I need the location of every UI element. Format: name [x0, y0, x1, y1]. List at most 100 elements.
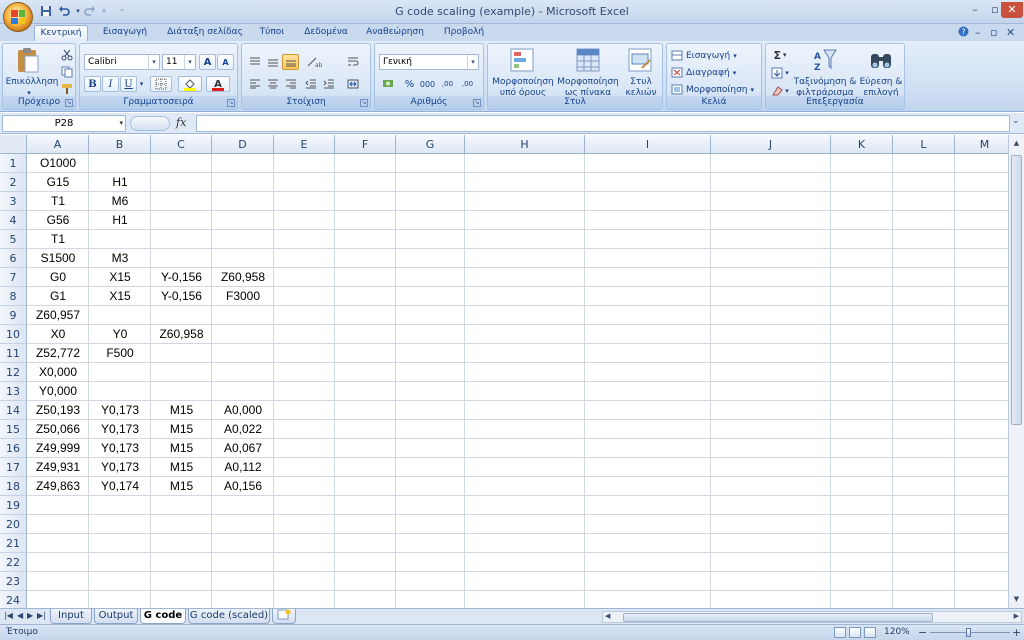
alignment-launcher-icon[interactable]: ↘ [360, 99, 368, 107]
cell-a18[interactable]: Z49,863 [27, 477, 89, 496]
column-header-e[interactable]: E [274, 135, 335, 154]
doc-close-icon[interactable]: ✕ [1006, 26, 1015, 39]
underline-dropdown-icon[interactable]: ▾ [137, 76, 146, 92]
zoom-out-icon[interactable]: − [918, 626, 927, 639]
column-header-h[interactable]: H [465, 135, 585, 154]
clipboard-launcher-icon[interactable]: ↘ [65, 99, 73, 107]
row-header-21[interactable]: 21 [0, 534, 27, 553]
expand-formula-bar-icon[interactable]: ⌄ [1012, 116, 1020, 126]
sheet-tab-input[interactable]: Input [50, 609, 92, 624]
tab-data[interactable]: Δεδομένα [298, 25, 354, 41]
cell-b4[interactable]: H1 [89, 211, 151, 230]
font-launcher-icon[interactable]: ↘ [227, 99, 235, 107]
tab-formulas[interactable]: Τύποι [252, 25, 292, 41]
column-header-l[interactable]: L [893, 135, 955, 154]
font-name-combo[interactable]: Calibri ▾ [84, 54, 160, 70]
cell-a9[interactable]: Z60,957 [27, 306, 89, 325]
cell-b16[interactable]: Y0,173 [89, 439, 151, 458]
scroll-right-icon[interactable]: ▶ [1014, 612, 1019, 620]
tab-view[interactable]: Προβολή [436, 25, 492, 41]
cell-a3[interactable]: T1 [27, 192, 89, 211]
font-color-icon[interactable]: A [206, 76, 230, 92]
row-header-6[interactable]: 6 [0, 249, 27, 268]
column-header-m[interactable]: M [955, 135, 1008, 154]
cell-a1[interactable]: O1000 [27, 154, 89, 173]
cell-a4[interactable]: G56 [27, 211, 89, 230]
cell-c8[interactable]: Y-0,156 [151, 287, 212, 306]
increase-indent-icon[interactable] [320, 76, 337, 92]
number-format-combo[interactable]: Γενική ▾ [379, 54, 479, 70]
cell-b7[interactable]: X15 [89, 268, 151, 287]
zoom-level[interactable]: 120% [884, 627, 910, 637]
row-header-8[interactable]: 8 [0, 287, 27, 306]
cell-a16[interactable]: Z49,999 [27, 439, 89, 458]
cell-d15[interactable]: A0,022 [212, 420, 274, 439]
row-header-16[interactable]: 16 [0, 439, 27, 458]
cell-d14[interactable]: A0,000 [212, 401, 274, 420]
bold-button[interactable]: B [84, 76, 101, 92]
align-middle-icon[interactable] [264, 54, 281, 70]
font-size-combo[interactable]: 11 ▾ [162, 54, 196, 70]
cell-c15[interactable]: M15 [151, 420, 212, 439]
align-top-icon[interactable] [246, 54, 263, 70]
cell-b17[interactable]: Y0,173 [89, 458, 151, 477]
row-header-2[interactable]: 2 [0, 173, 27, 192]
fill-icon[interactable]: ▾ [769, 65, 791, 81]
page-break-view-icon[interactable] [864, 627, 876, 638]
increase-decimal-button[interactable]: ,00 [439, 76, 456, 92]
cell-c7[interactable]: Y-0,156 [151, 268, 212, 287]
prev-sheet-icon[interactable]: ◀ [17, 611, 23, 620]
zoom-in-icon[interactable]: + [1012, 626, 1021, 639]
cell-c18[interactable]: M15 [151, 477, 212, 496]
cell-c17[interactable]: M15 [151, 458, 212, 477]
row-header-11[interactable]: 11 [0, 344, 27, 363]
insert-function-button[interactable]: fx [176, 116, 186, 129]
column-header-a[interactable]: A [27, 135, 89, 154]
cell-b15[interactable]: Y0,173 [89, 420, 151, 439]
decrease-indent-icon[interactable] [302, 76, 319, 92]
normal-view-icon[interactable] [834, 627, 846, 638]
row-header-17[interactable]: 17 [0, 458, 27, 477]
first-sheet-icon[interactable]: |◀ [4, 611, 13, 620]
align-bottom-icon[interactable] [282, 54, 299, 70]
percent-style-button[interactable]: % [401, 76, 418, 92]
row-header-7[interactable]: 7 [0, 268, 27, 287]
cell-a12[interactable]: X0,000 [27, 363, 89, 382]
cell-d8[interactable]: F3000 [212, 287, 274, 306]
cell-a11[interactable]: Z52,772 [27, 344, 89, 363]
cell-b10[interactable]: Y0 [89, 325, 151, 344]
shrink-font-button[interactable]: A [217, 54, 234, 70]
paste-button[interactable]: Επικόλληση [5, 77, 59, 88]
fill-color-icon[interactable] [178, 76, 202, 92]
format-as-table-icon[interactable] [576, 48, 600, 72]
align-right-icon[interactable] [282, 76, 299, 92]
column-header-c[interactable]: C [151, 135, 212, 154]
grow-font-button[interactable]: A [199, 54, 216, 70]
sheet-tab-output[interactable]: Output [94, 609, 138, 624]
row-header-12[interactable]: 12 [0, 363, 27, 382]
cell-styles-icon[interactable] [628, 48, 652, 72]
cell-b2[interactable]: H1 [89, 173, 151, 192]
formula-input[interactable] [196, 115, 1010, 132]
cut-icon[interactable] [58, 47, 75, 63]
formula-bar-splitter[interactable] [130, 116, 170, 131]
italic-button[interactable]: I [102, 76, 119, 92]
row-header-5[interactable]: 5 [0, 230, 27, 249]
page-layout-view-icon[interactable] [849, 627, 861, 638]
cell-b18[interactable]: Y0,174 [89, 477, 151, 496]
tab-page-layout[interactable]: Διάταξη σελίδας [162, 25, 248, 41]
horizontal-scroll-thumb[interactable] [623, 613, 933, 622]
cell-c14[interactable]: M15 [151, 401, 212, 420]
next-sheet-icon[interactable]: ▶ [27, 611, 33, 620]
cell-a2[interactable]: G15 [27, 173, 89, 192]
cell-a14[interactable]: Z50,193 [27, 401, 89, 420]
select-all-corner[interactable] [0, 135, 27, 154]
conditional-formatting-icon[interactable] [510, 48, 534, 72]
last-sheet-icon[interactable]: ▶| [37, 611, 46, 620]
borders-icon[interactable] [150, 76, 172, 92]
cell-d16[interactable]: A0,067 [212, 439, 274, 458]
column-header-i[interactable]: I [585, 135, 711, 154]
scroll-left-icon[interactable]: ◀ [605, 612, 610, 620]
sheet-tab-g-code-scaled[interactable]: G code (scaled) [188, 609, 270, 624]
row-header-18[interactable]: 18 [0, 477, 27, 496]
